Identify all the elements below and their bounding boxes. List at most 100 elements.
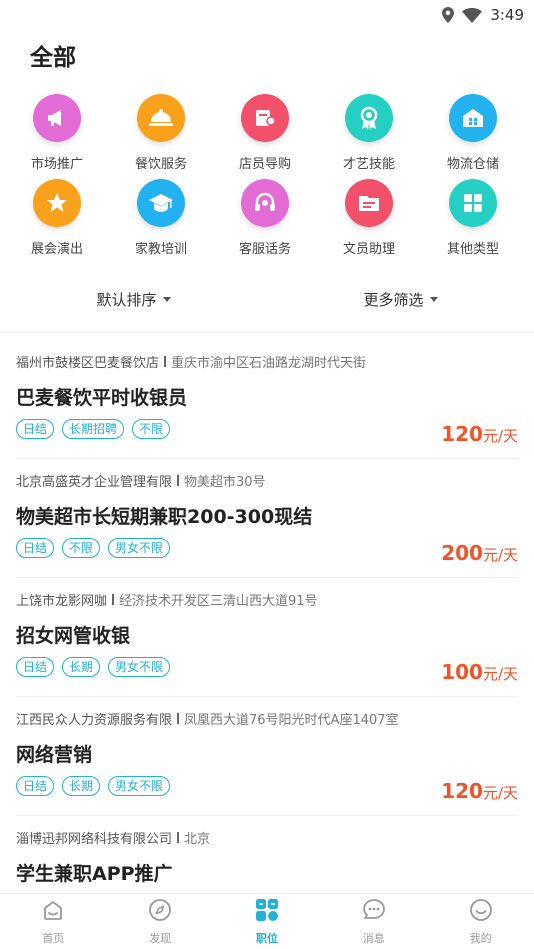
job-title: 招女网管收银 [16, 625, 131, 647]
more-filter-label: 更多筛选 [363, 290, 424, 309]
megaphone-icon [33, 94, 81, 142]
salary-amount: 120 [441, 422, 483, 446]
category-exhibition[interactable]: 展会演出 [5, 179, 109, 257]
default-sort-dropdown[interactable]: 默认排序 [0, 289, 267, 310]
chevron-down-icon [162, 296, 171, 302]
category-market-promotion[interactable]: 市场推广 [5, 94, 109, 172]
salary-unit: 元/天 [482, 784, 518, 802]
default-sort-label: 默认排序 [96, 290, 157, 309]
location-icon [442, 7, 455, 23]
category-talent-skill[interactable]: 才艺技能 [317, 94, 421, 172]
category-other[interactable]: 其他类型 [421, 179, 525, 257]
status-bar: 3:49 [0, 0, 534, 30]
job-tag: 男女不限 [108, 538, 171, 558]
status-time: 3:49 [490, 6, 524, 24]
category-label: 展会演出 [30, 242, 83, 257]
job-list: 福州市鼓楼区巴麦餐饮店 重庆市渝中区石油路龙湖时代天街 巴麦餐饮平时收银员 日结 … [0, 340, 534, 935]
job-meta: 福州市鼓楼区巴麦餐饮店 重庆市渝中区石油路龙湖时代天街 [16, 352, 518, 371]
tab-profile[interactable]: 我的 [427, 894, 534, 949]
tab-label: 我的 [469, 932, 492, 945]
shop-assistant-icon [241, 94, 289, 142]
bottom-tab-bar: 首页 发现 职位 消息 我的 [0, 893, 534, 949]
job-address: 经济技术开发区三清山西大道91号 [119, 594, 318, 609]
job-tag: 男女不限 [108, 776, 171, 796]
job-meta: 北京高盛英才企业管理有限 物美超市30号 [16, 471, 518, 490]
tab-discover[interactable]: 发现 [107, 894, 214, 949]
job-tag: 不限 [62, 538, 101, 558]
job-address: 重庆市渝中区石油路龙湖时代天街 [171, 356, 367, 371]
category-food-service[interactable]: 餐饮服务 [109, 94, 213, 172]
category-label: 餐饮服务 [134, 157, 187, 172]
headset-icon [241, 179, 289, 227]
category-grid: 市场推广 餐饮服务 店员导购 才艺技能 物流仓储 展会演出 家教培训 客服话务 … [5, 94, 534, 257]
wifi-icon [462, 7, 483, 23]
job-card[interactable]: 上饶市龙影网咖 经济技术开发区三清山西大道91号 招女网管收银 日结 长期 男女不… [16, 578, 518, 697]
job-company: 福州市鼓楼区巴麦餐饮店 [16, 356, 160, 371]
category-label: 市场推广 [30, 157, 83, 172]
tab-messages[interactable]: 消息 [320, 894, 427, 949]
job-tag: 不限 [132, 419, 171, 439]
category-label: 其他类型 [446, 242, 499, 257]
job-address: 物美超市30号 [184, 475, 266, 490]
job-company: 江西民众人力资源服务有限 [16, 713, 173, 728]
profile-icon [468, 897, 494, 927]
job-title: 物美超市长短期兼职200-300现结 [16, 506, 313, 528]
folder-icon [345, 179, 393, 227]
job-tag: 长期招聘 [62, 419, 125, 439]
warehouse-icon [449, 94, 497, 142]
more-filter-dropdown[interactable]: 更多筛选 [267, 289, 534, 310]
jobs-grid-icon [254, 897, 280, 927]
job-company: 上饶市龙影网咖 [16, 594, 108, 609]
job-title: 学生兼职APP推广 [16, 863, 173, 885]
salary-amount: 100 [441, 660, 483, 684]
job-tag: 日结 [16, 419, 55, 439]
tab-home[interactable]: 首页 [0, 894, 107, 949]
job-card[interactable]: 江西民众人力资源服务有限 凤凰西大道76号阳光时代A座1407室 网络营销 日结 … [16, 697, 518, 816]
message-icon [361, 897, 387, 927]
salary-unit: 元/天 [482, 665, 518, 683]
job-company: 北京高盛英才企业管理有限 [16, 475, 173, 490]
sort-filter-bar: 默认排序 更多筛选 [0, 276, 534, 322]
job-card[interactable]: 北京高盛英才企业管理有限 物美超市30号 物美超市长短期兼职200-300现结 日… [16, 459, 518, 578]
job-address: 北京 [184, 832, 211, 847]
page-title: 全部 [30, 45, 76, 71]
section-divider [0, 332, 534, 340]
tab-jobs[interactable]: 职位 [214, 894, 321, 949]
salary-unit: 元/天 [482, 546, 518, 564]
category-tutoring[interactable]: 家教培训 [109, 179, 213, 257]
category-label: 才艺技能 [342, 157, 395, 172]
category-label: 家教培训 [134, 242, 187, 257]
tab-label: 发现 [149, 932, 172, 945]
category-label: 客服话务 [238, 242, 291, 257]
job-title: 网络营销 [16, 744, 93, 766]
tab-label: 消息 [362, 932, 385, 945]
category-logistics[interactable]: 物流仓储 [421, 94, 525, 172]
award-ribbon-icon [345, 94, 393, 142]
salary-amount: 120 [441, 779, 483, 803]
home-icon [40, 897, 66, 927]
job-card[interactable]: 福州市鼓楼区巴麦餐饮店 重庆市渝中区石油路龙湖时代天街 巴麦餐饮平时收银员 日结 … [16, 340, 518, 459]
job-address: 凤凰西大道76号阳光时代A座1407室 [184, 713, 399, 728]
salary-unit: 元/天 [482, 427, 518, 445]
job-meta: 上饶市龙影网咖 经济技术开发区三清山西大道91号 [16, 590, 518, 609]
job-tag: 长期 [62, 657, 101, 677]
tab-label: 职位 [255, 932, 278, 945]
job-tag: 日结 [16, 776, 55, 796]
job-salary: 120元/天 [441, 422, 518, 446]
job-company: 淄博迅邦网络科技有限公司 [16, 832, 173, 847]
job-meta: 淄博迅邦网络科技有限公司 北京 [16, 828, 518, 847]
job-title: 巴麦餐饮平时收银员 [16, 387, 188, 409]
salary-amount: 200 [441, 541, 483, 565]
compass-icon [147, 897, 173, 927]
category-label: 物流仓储 [446, 157, 499, 172]
star-icon [33, 179, 81, 227]
job-tag: 日结 [16, 538, 55, 558]
category-customer-service[interactable]: 客服话务 [213, 179, 317, 257]
category-clerk-assistant[interactable]: 文员助理 [317, 179, 421, 257]
job-tag: 长期 [62, 776, 101, 796]
job-tag: 日结 [16, 657, 55, 677]
category-shop-assistant[interactable]: 店员导购 [213, 94, 317, 172]
category-label: 店员导购 [238, 157, 291, 172]
graduation-cap-icon [137, 179, 185, 227]
chevron-down-icon [429, 296, 438, 302]
